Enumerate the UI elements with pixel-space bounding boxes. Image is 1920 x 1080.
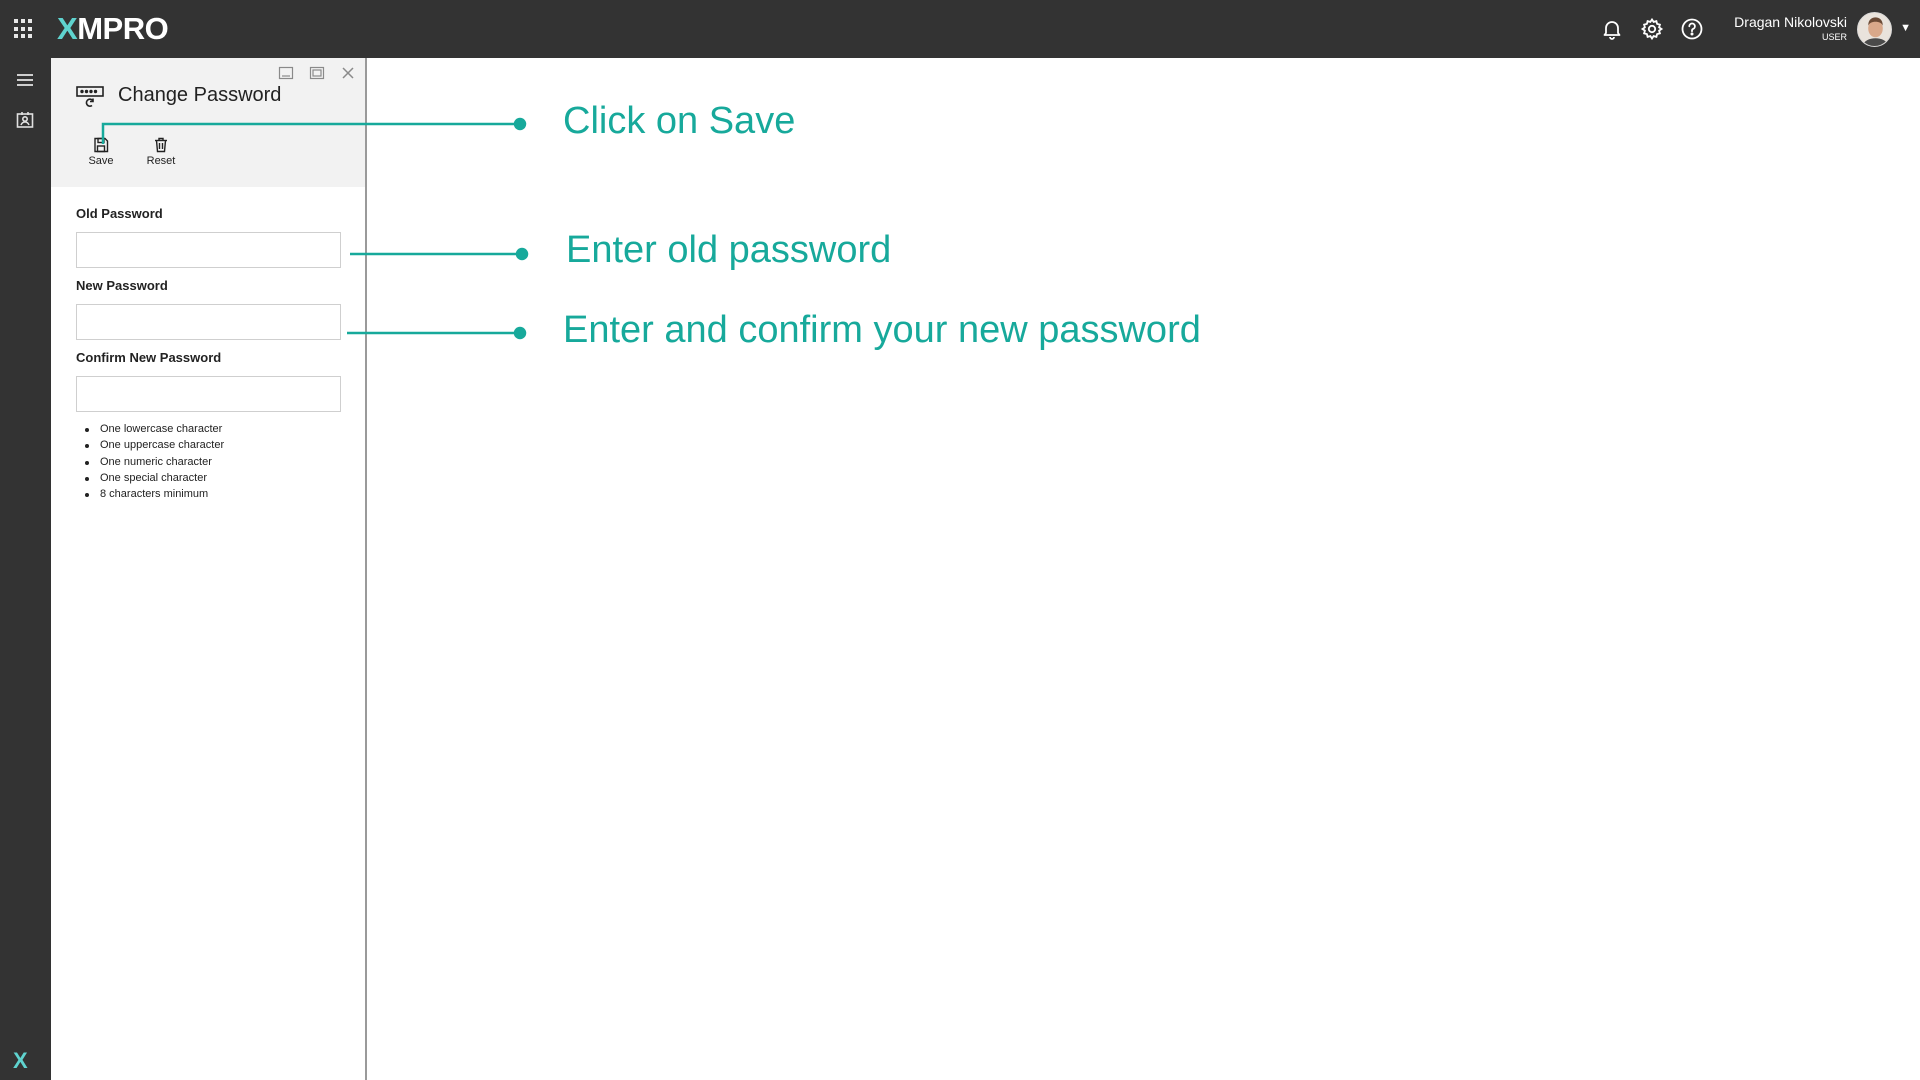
rule-item: One numeric character (76, 454, 224, 470)
xmpro-logo-icon[interactable]: X (13, 1048, 35, 1073)
maximize-icon[interactable] (308, 64, 326, 82)
panel-title: Change Password (118, 84, 282, 106)
minimize-icon[interactable] (277, 64, 295, 82)
logo-x: X (57, 11, 78, 46)
rule-item: One special character (76, 470, 224, 486)
new-connector-dot (513, 326, 527, 340)
apps-grid-icon[interactable] (14, 19, 34, 39)
top-bar: X MPRO Dragan Nikolovski USER ▼ (0, 0, 1920, 58)
annotation-new-password: Enter and confirm your new password (563, 309, 1201, 351)
user-role: USER (1821, 32, 1847, 42)
confirm-password-label: Confirm New Password (76, 350, 222, 365)
user-name[interactable]: Dragan Nikolovski (1734, 14, 1847, 30)
left-rail: X (0, 58, 51, 1080)
confirm-password-field[interactable] (76, 376, 341, 412)
change-password-panel: Change Password Save Reset Old Password … (51, 58, 367, 1080)
password-rules-list: One lowercase character One uppercase ch… (76, 421, 224, 502)
old-password-label: Old Password (76, 206, 163, 221)
save-connector-dot (513, 117, 527, 131)
bell-icon[interactable] (1600, 17, 1624, 41)
annotation-click-save: Click on Save (563, 100, 796, 142)
rule-item: 8 characters minimum (76, 486, 224, 502)
logo-text: MPRO (77, 11, 169, 46)
gear-icon[interactable] (1640, 17, 1664, 41)
xmpro-logo[interactable]: X MPRO (57, 10, 169, 48)
new-password-label: New Password (76, 278, 168, 293)
help-icon[interactable] (1680, 17, 1704, 41)
panel-header: Change Password Save Reset (51, 58, 365, 187)
rule-item: One uppercase character (76, 437, 224, 453)
old-password-field[interactable] (76, 232, 341, 268)
save-button[interactable]: Save (81, 136, 121, 167)
new-password-field[interactable] (76, 304, 341, 340)
password-reset-icon (75, 84, 105, 110)
reset-label: Reset (146, 155, 176, 167)
menu-icon[interactable] (13, 68, 37, 92)
rule-item: One lowercase character (76, 421, 224, 437)
old-connector-dot (515, 247, 529, 261)
contacts-icon[interactable] (13, 108, 37, 132)
trash-icon (155, 137, 167, 153)
close-icon[interactable] (339, 64, 357, 82)
chevron-down-icon[interactable]: ▼ (1900, 22, 1911, 34)
save-label: Save (88, 155, 114, 167)
avatar[interactable] (1857, 12, 1892, 47)
save-icon (94, 137, 109, 153)
reset-button[interactable]: Reset (141, 136, 181, 167)
annotation-old-password: Enter old password (566, 229, 892, 271)
